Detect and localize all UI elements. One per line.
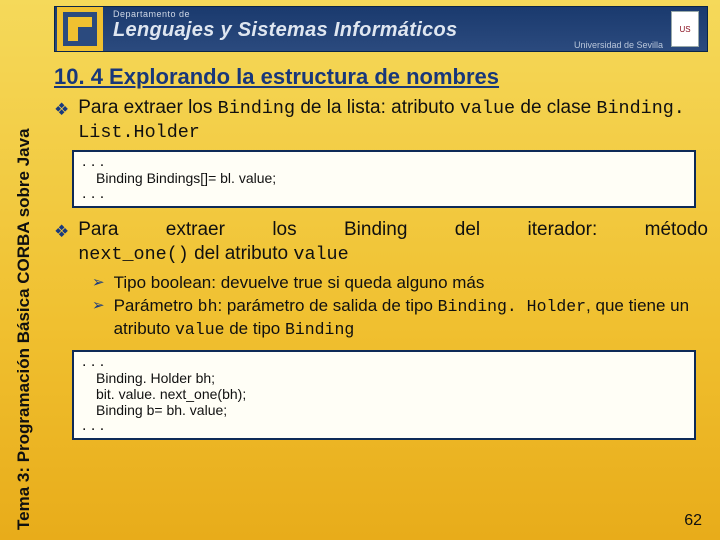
arrow-bullet-icon: ➢ bbox=[92, 274, 105, 293]
code-ellipsis: . . . bbox=[82, 418, 686, 434]
code-ellipsis: . . . bbox=[82, 354, 686, 370]
bullet-2: ❖ Para extraer los Binding del iterador:… bbox=[54, 218, 708, 266]
page-number: 62 bbox=[684, 512, 702, 530]
sub-bullet-2-text: Parámetro bh: parámetro de salida de tip… bbox=[114, 295, 708, 340]
code-ellipsis: . . . bbox=[82, 186, 686, 202]
slide-header: Departamento de Lenguajes y Sistemas Inf… bbox=[54, 6, 708, 52]
diamond-bullet-icon: ❖ bbox=[54, 221, 69, 242]
slide-content: 10. 4 Explorando la estructura de nombre… bbox=[54, 60, 708, 530]
code-block-2: . . . Binding. Holder bh; bit. value. ne… bbox=[72, 350, 696, 440]
dept-logo bbox=[57, 7, 103, 51]
section-title: 10. 4 Explorando la estructura de nombre… bbox=[54, 64, 708, 90]
sub-bullet-2: ➢ Parámetro bh: parámetro de salida de t… bbox=[92, 295, 708, 340]
bullet-1: ❖ Para extraer los Binding de la lista: … bbox=[54, 96, 708, 144]
code-line: Binding. Holder bh; bbox=[82, 370, 686, 386]
code-block-1: . . . Binding Bindings[]= bl. value; . .… bbox=[72, 150, 696, 208]
header-title: Lenguajes y Sistemas Informáticos bbox=[113, 19, 671, 42]
vertical-topic-label: Tema 3: Programación Básica CORBA sobre … bbox=[14, 10, 34, 530]
arrow-bullet-icon: ➢ bbox=[92, 297, 105, 316]
header-text: Departamento de Lenguajes y Sistemas Inf… bbox=[103, 9, 671, 50]
sub-bullet-1: ➢ Tipo boolean: devuelve true si queda a… bbox=[92, 272, 708, 293]
bullet-2-text: Para extraer los Binding del iterador: m… bbox=[78, 218, 708, 266]
header-department: Departamento de bbox=[113, 9, 671, 19]
sub-bullet-1-text: Tipo boolean: devuelve true si queda alg… bbox=[114, 272, 485, 293]
code-ellipsis: . . . bbox=[82, 154, 686, 170]
university-crest-icon: US bbox=[671, 11, 699, 47]
bullet-1-text: Para extraer los Binding de la lista: at… bbox=[78, 96, 708, 144]
code-line: Binding b= bh. value; bbox=[82, 402, 686, 418]
diamond-bullet-icon: ❖ bbox=[54, 99, 69, 120]
code-line: Binding Bindings[]= bl. value; bbox=[82, 170, 686, 186]
code-line: bit. value. next_one(bh); bbox=[82, 386, 686, 402]
